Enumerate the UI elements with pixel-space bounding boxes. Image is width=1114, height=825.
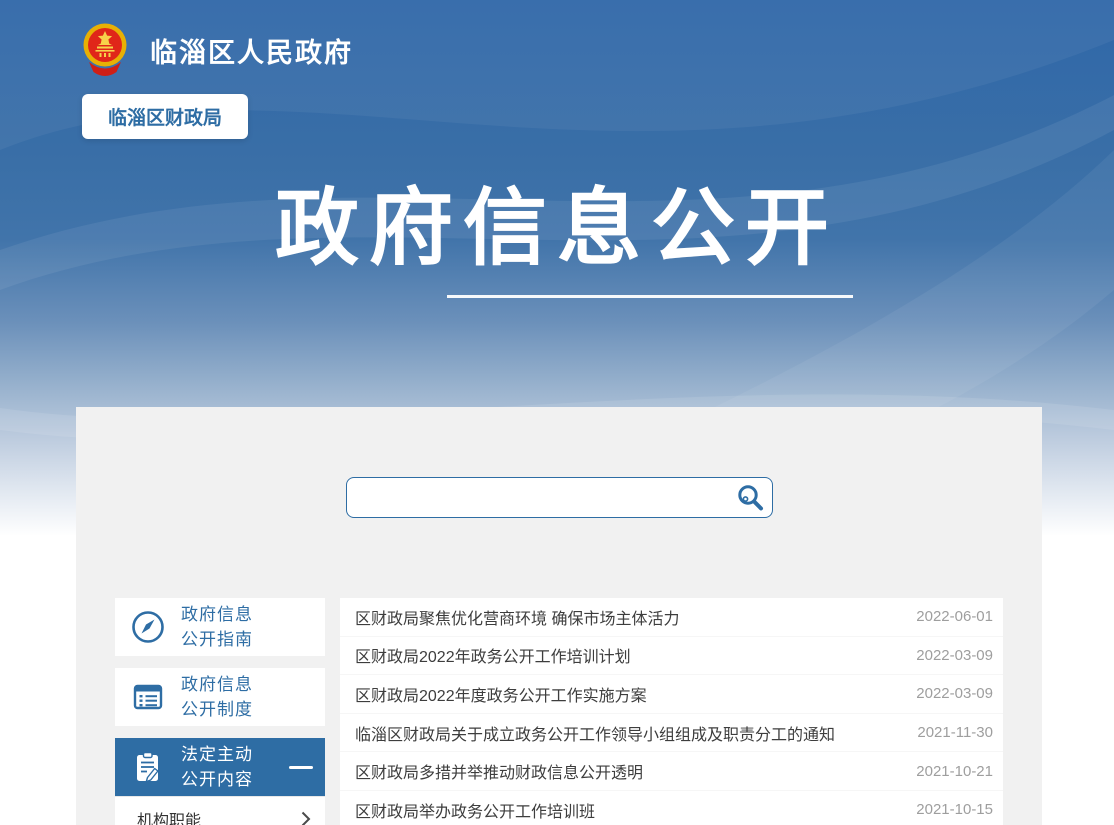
- sidebar-nav: 政府信息 公开指南: [115, 598, 325, 825]
- search-input[interactable]: [347, 478, 728, 517]
- sidebar-item-statutory-disclosure[interactable]: 法定主动 公开内容: [115, 738, 325, 796]
- site-title: 临淄区人民政府: [150, 31, 353, 70]
- content-columns: 政府信息 公开指南: [115, 598, 1003, 825]
- article-list: 区财政局聚焦优化营商环境 确保市场主体活力 2022-06-01 区财政局202…: [340, 598, 1003, 825]
- article-date: 2021-10-21: [916, 763, 993, 780]
- sidebar-subitem-agency-functions[interactable]: 机构职能: [115, 796, 325, 825]
- article-date: 2022-03-09: [916, 647, 993, 664]
- page-background: 临淄区人民政府 临淄区财政局 政府信息公开: [0, 0, 1114, 825]
- sidebar-item-label: 法定主动 公开内容: [181, 742, 253, 792]
- clipboard-pen-icon: [129, 748, 167, 786]
- government-home-link[interactable]: 临淄区人民政府: [82, 22, 353, 79]
- article-date: 2022-03-09: [916, 685, 993, 702]
- list-item: 区财政局举办政务公开工作培训班 2021-10-15: [340, 791, 1003, 825]
- magnifier-icon: [735, 483, 765, 513]
- sidebar-item-disclosure-system[interactable]: 政府信息 公开制度: [115, 668, 325, 726]
- article-link[interactable]: 区财政局2022年度政务公开工作实施方案: [355, 682, 896, 706]
- content-panel: 政府信息 公开指南: [76, 407, 1042, 825]
- national-emblem-icon: [82, 22, 128, 79]
- article-link[interactable]: 区财政局聚焦优化营商环境 确保市场主体活力: [355, 605, 896, 629]
- list-item: 临淄区财政局关于成立政务公开工作领导小组组成及职责分工的通知 2021-11-3…: [340, 714, 1003, 753]
- article-link[interactable]: 区财政局举办政务公开工作培训班: [355, 798, 896, 822]
- sidebar-item-disclosure-guide[interactable]: 政府信息 公开指南: [115, 598, 325, 656]
- article-date: 2021-11-30: [917, 724, 993, 741]
- sidebar-item-label: 政府信息 公开指南: [181, 602, 253, 652]
- article-link[interactable]: 区财政局多措并举推动财政信息公开透明: [355, 759, 896, 783]
- chevron-right-icon: [301, 811, 311, 825]
- title-underline: [447, 295, 853, 298]
- sidebar-item-label: 政府信息 公开制度: [181, 672, 253, 722]
- compass-icon: [129, 608, 167, 646]
- search-bar: [346, 477, 773, 518]
- list-item: 区财政局聚焦优化营商环境 确保市场主体活力 2022-06-01: [340, 598, 1003, 637]
- list-item: 区财政局2022年政务公开工作培训计划 2022-03-09: [340, 637, 1003, 676]
- page-title: 政府信息公开: [0, 186, 1114, 270]
- article-date: 2022-06-01: [916, 608, 993, 625]
- list-item: 区财政局多措并举推动财政信息公开透明 2021-10-21: [340, 752, 1003, 791]
- article-date: 2021-10-15: [916, 801, 993, 818]
- search-button[interactable]: [728, 478, 772, 517]
- article-link[interactable]: 区财政局2022年政务公开工作培训计划: [355, 643, 896, 667]
- submenu-item-label: 机构职能: [137, 807, 201, 825]
- document-list-icon: [129, 678, 167, 716]
- bureau-name-tab[interactable]: 临淄区财政局: [82, 94, 248, 139]
- article-link[interactable]: 临淄区财政局关于成立政务公开工作领导小组组成及职责分工的通知: [355, 721, 897, 745]
- minus-collapse-icon[interactable]: [289, 766, 313, 769]
- list-item: 区财政局2022年度政务公开工作实施方案 2022-03-09: [340, 675, 1003, 714]
